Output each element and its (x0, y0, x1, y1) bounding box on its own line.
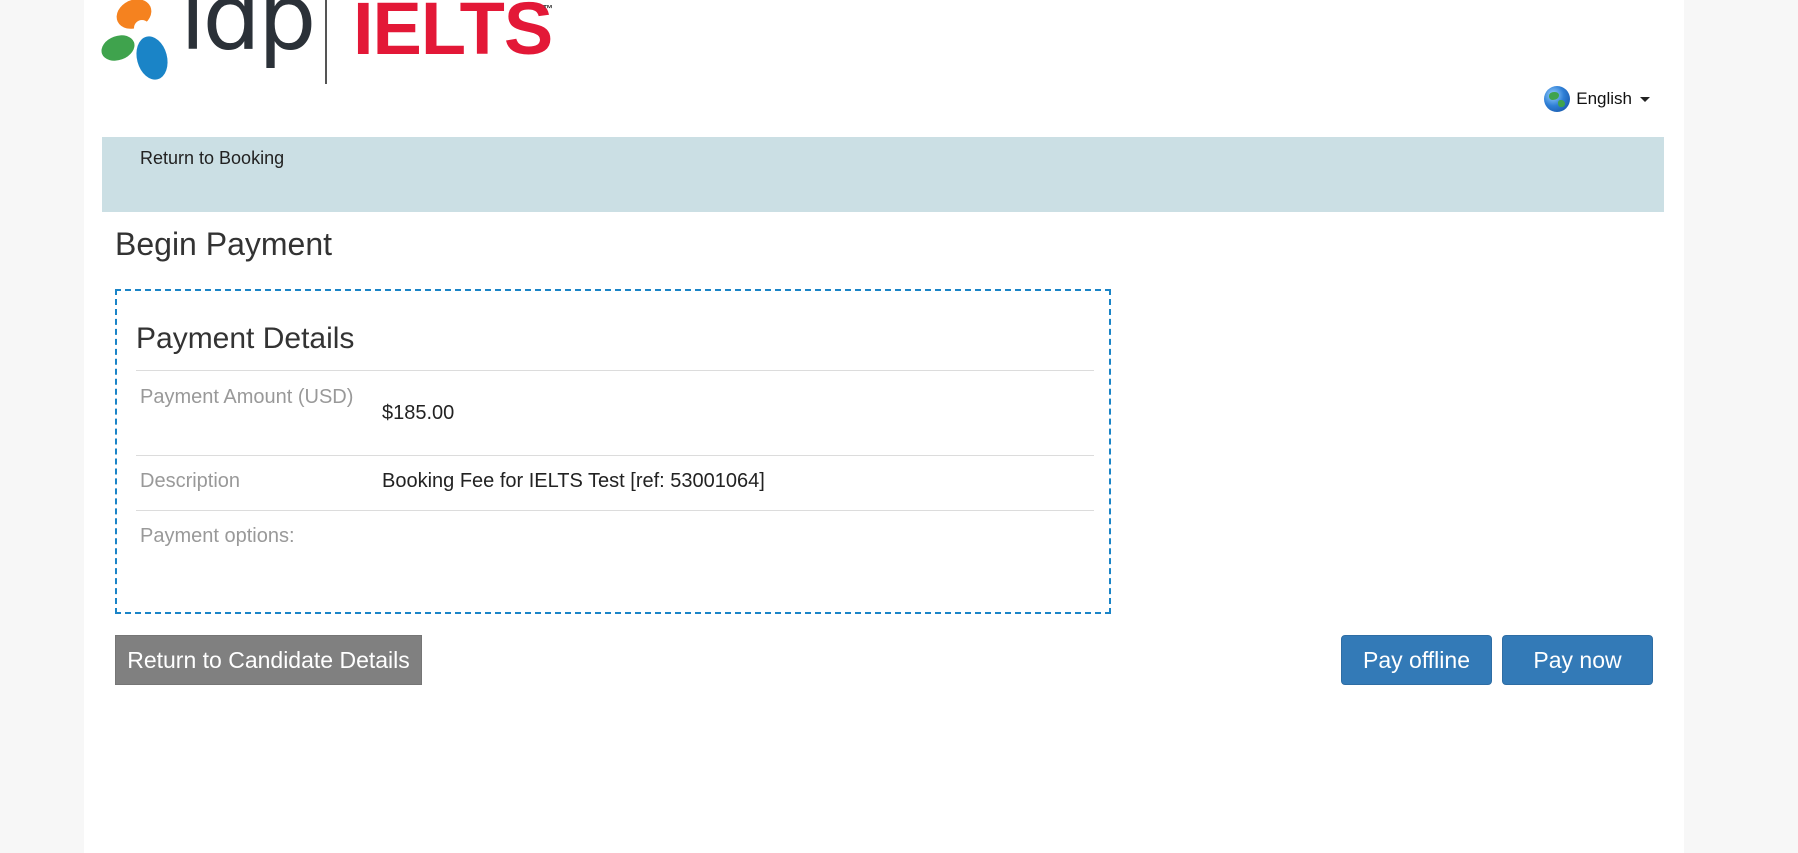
language-label: English (1576, 89, 1632, 108)
payment-amount-row: Payment Amount (USD) $185.00 (136, 370, 1094, 455)
description-label: Description (140, 470, 241, 492)
description-value: Booking Fee for IELTS Test [ref: 5300106… (382, 470, 765, 492)
payment-details-panel: Payment Details Payment Amount (USD) $18… (115, 289, 1111, 614)
page-title: Begin Payment (115, 226, 333, 262)
pay-offline-button[interactable]: Pay offline (1341, 635, 1492, 685)
description-row: Description Booking Fee for IELTS Test [… (136, 455, 1094, 510)
return-to-candidate-details-button[interactable]: Return to Candidate Details (115, 635, 422, 685)
logo-divider (325, 0, 327, 84)
chevron-down-icon (1640, 96, 1650, 102)
payment-amount-label: Payment Amount (USD) (140, 386, 354, 408)
idp-petal-logo-icon (101, 0, 168, 80)
idp-wordmark: idp (180, 0, 316, 71)
return-to-booking-link[interactable]: Return to Booking (140, 148, 284, 169)
pay-now-button[interactable]: Pay now (1502, 635, 1653, 685)
payment-details-title: Payment Details (136, 322, 355, 355)
idp-ielts-logo[interactable]: idp IELTS ™ (100, 0, 553, 84)
payment-details-table: Payment Amount (USD) $185.00 Description… (136, 370, 1094, 570)
trademark-symbol: ™ (543, 4, 553, 15)
payment-options-row: Payment options: (136, 510, 1094, 570)
globe-icon (1544, 86, 1571, 112)
nav-band: Return to Booking (102, 137, 1664, 212)
ielts-wordmark: IELTS (353, 0, 553, 70)
language-selector[interactable]: English (1544, 86, 1650, 112)
payment-options-label: Payment options: (140, 525, 295, 547)
payment-amount-value: $185.00 (382, 402, 455, 424)
page-container: idp IELTS ™ English Return to Booking Be… (84, 0, 1684, 853)
